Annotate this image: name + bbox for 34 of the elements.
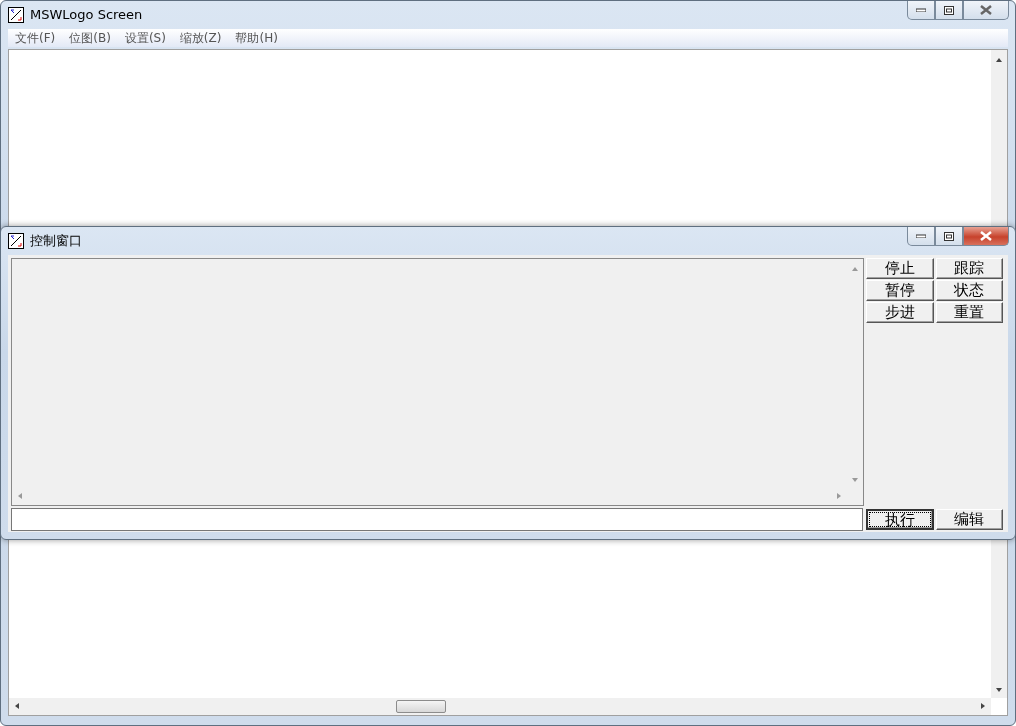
command-button[interactable]: 重置: [935, 302, 1003, 323]
maximize-icon: [944, 231, 954, 241]
command-button[interactable]: 执行: [866, 509, 934, 530]
scroll-down-icon[interactable]: [995, 686, 1003, 694]
app-icon: [8, 233, 24, 249]
menu-item[interactable]: 设置(S): [117, 29, 173, 47]
close-button[interactable]: [963, 1, 1009, 20]
command-button[interactable]: 步进: [866, 302, 934, 323]
scroll-right-icon[interactable]: [979, 702, 987, 710]
maximize-button[interactable]: [935, 1, 963, 20]
window-title: 控制窗口: [30, 232, 82, 251]
command-input[interactable]: [11, 508, 863, 531]
command-button[interactable]: 暂停: [866, 280, 934, 301]
scroll-up-icon[interactable]: [995, 56, 1003, 64]
menu-item[interactable]: 文件(F): [8, 29, 63, 47]
minimize-icon: [916, 8, 926, 12]
horizontal-scrollbar[interactable]: [9, 698, 991, 715]
close-icon: [980, 231, 992, 241]
scroll-left-icon[interactable]: [13, 702, 21, 710]
minimize-icon: [916, 234, 926, 238]
command-button[interactable]: 状态: [935, 280, 1003, 301]
command-button[interactable]: 停止: [866, 258, 934, 279]
window-title: MSWLogo Screen: [30, 6, 143, 25]
maximize-icon: [944, 5, 954, 15]
close-button[interactable]: [963, 227, 1009, 246]
app-icon: [8, 7, 24, 23]
command-button[interactable]: 编辑: [935, 509, 1003, 530]
maximize-button[interactable]: [935, 227, 963, 246]
menu-item[interactable]: 缩放(Z): [172, 29, 229, 47]
menu-item[interactable]: 帮助(H): [228, 29, 285, 47]
command-button[interactable]: 跟踪: [935, 258, 1003, 279]
scrollbar-thumb[interactable]: [396, 700, 446, 713]
close-icon: [980, 5, 992, 15]
menu-item[interactable]: 位图(B): [62, 29, 118, 47]
